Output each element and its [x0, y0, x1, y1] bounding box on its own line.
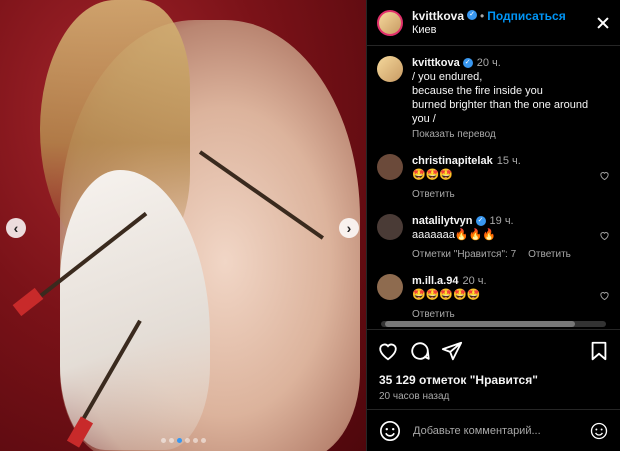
author-username[interactable]: kvittkova: [412, 9, 464, 23]
previous-slide-button[interactable]: ‹: [6, 218, 26, 238]
commenter-username[interactable]: natalilytvyn: [412, 215, 473, 227]
author-avatar[interactable]: [377, 56, 403, 82]
slide-indicator: [0, 438, 366, 443]
photo-arrow-fletching: [12, 287, 44, 317]
share-send-icon[interactable]: [441, 340, 463, 362]
likes-count[interactable]: 35 129 отметок "Нравится": [367, 371, 620, 389]
verified-badge-icon: ✓: [475, 216, 486, 227]
sticker-emoji-icon[interactable]: [590, 422, 608, 440]
post-side-panel: kvittkova ✓ • Подписаться Киев kvittkova ✓ 20…: [366, 0, 620, 451]
next-slide-button[interactable]: ›: [339, 218, 359, 238]
comment-text: ааааааа🔥🔥🔥: [412, 229, 496, 241]
scrollbar-thumb[interactable]: [385, 321, 575, 327]
post-header: kvittkova ✓ • Подписаться Киев: [367, 0, 620, 46]
post-media[interactable]: ‹ ›: [0, 0, 366, 451]
post-actions: [367, 329, 620, 371]
follow-button[interactable]: Подписаться: [487, 9, 565, 23]
commenter-avatar[interactable]: [377, 274, 403, 300]
post-timestamp: 20 часов назад: [379, 391, 450, 402]
comment-time: 15 ч.: [496, 155, 521, 167]
slide-dot: [160, 438, 166, 443]
commenter-username[interactable]: m.ill.a.94: [412, 275, 458, 287]
caption-meta: Показать перевод: [412, 128, 610, 142]
like-comment-heart-icon[interactable]: [599, 230, 610, 241]
comment-body: christinapitelak 15 ч. 🤩🤩🤩 Ответить: [412, 154, 599, 202]
comment-bubble-icon[interactable]: [409, 340, 431, 362]
save-bookmark-icon[interactable]: [588, 340, 610, 362]
slide-dot: [184, 438, 190, 443]
horizontal-scrollbar[interactable]: [381, 321, 606, 327]
like-comment-heart-icon[interactable]: [599, 290, 610, 301]
comment-text: 🤩🤩🤩: [412, 169, 454, 181]
reply-button[interactable]: Ответить: [412, 309, 455, 320]
like-heart-icon[interactable]: [377, 340, 399, 362]
verified-badge-icon: ✓: [462, 58, 473, 69]
post-location[interactable]: Киев: [412, 23, 596, 37]
author-avatar[interactable]: [377, 9, 403, 36]
caption-body: kvittkova ✓ 20 ч. / you endured, because t…: [412, 56, 610, 142]
caption-time: 20 ч.: [476, 57, 501, 69]
comment-item: m.ill.a.94 20 ч. 🤩🤩🤩🤩🤩 Ответить: [377, 274, 610, 322]
comments-list[interactable]: kvittkova ✓ 20 ч. / you endured, because t…: [367, 46, 620, 329]
separator-dot: •: [480, 8, 485, 23]
comment-body: m.ill.a.94 20 ч. 🤩🤩🤩🤩🤩 Ответить: [412, 274, 599, 322]
caption-username[interactable]: kvittkova: [412, 57, 460, 69]
comment-item: christinapitelak 15 ч. 🤩🤩🤩 Ответить: [377, 154, 610, 202]
author-info: kvittkova ✓ • Подписаться Киев: [412, 9, 596, 37]
comment-input[interactable]: [411, 423, 590, 438]
slide-dot: [192, 438, 198, 443]
comment-text: 🤩🤩🤩🤩🤩: [412, 289, 481, 301]
reply-button[interactable]: Ответить: [528, 249, 571, 260]
show-translation-link[interactable]: Показать перевод: [412, 129, 496, 140]
comment-likes-count[interactable]: Отметки "Нравится": 7: [412, 249, 516, 260]
commenter-username[interactable]: christinapitelak: [412, 155, 493, 167]
comment-meta: Ответить: [412, 308, 599, 322]
caption-text: / you endured, because the fire inside y…: [412, 71, 589, 125]
slide-dot: [176, 438, 182, 443]
instagram-post-modal: ‹ › kvittkova ✓ • Подписаться Киев kvittkov…: [0, 0, 620, 451]
comment-time: 19 ч.: [489, 215, 514, 227]
more-options-icon[interactable]: [596, 16, 610, 30]
comment-meta: Отметки "Нравится": 7 Ответить: [412, 248, 599, 262]
comment-item: natalilytvyn ✓ 19 ч. ааааааа🔥🔥🔥 Отметки "Н…: [377, 214, 610, 262]
add-comment-bar: [367, 409, 620, 451]
comment-time: 20 ч.: [462, 275, 487, 287]
slide-dot: [200, 438, 206, 443]
commenter-avatar[interactable]: [377, 214, 403, 240]
caption: kvittkova ✓ 20 ч. / you endured, because t…: [377, 56, 610, 142]
comment-body: natalilytvyn ✓ 19 ч. ааааааа🔥🔥🔥 Отметки "Н…: [412, 214, 599, 262]
emoji-icon[interactable]: [379, 420, 401, 442]
reply-button[interactable]: Ответить: [412, 189, 455, 200]
verified-badge-icon: ✓: [467, 10, 478, 21]
commenter-avatar[interactable]: [377, 154, 403, 180]
slide-dot: [168, 438, 174, 443]
like-comment-heart-icon[interactable]: [599, 170, 610, 181]
comment-meta: Ответить: [412, 188, 599, 202]
